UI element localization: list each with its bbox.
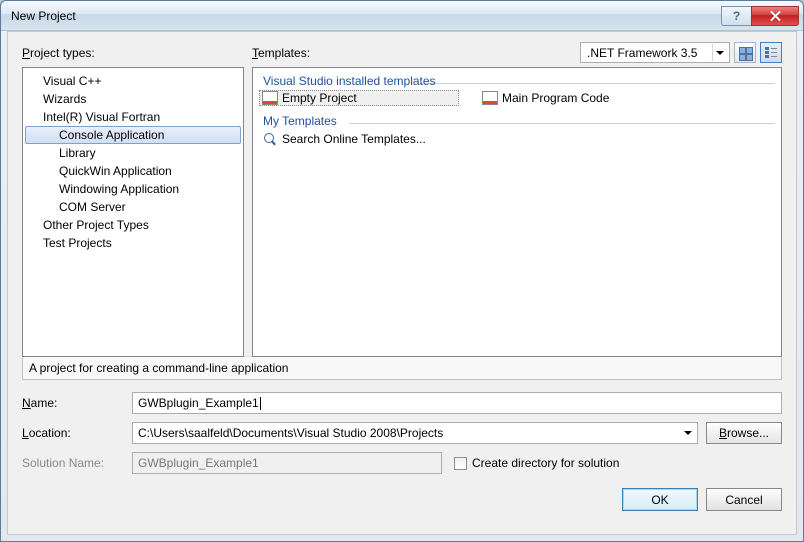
- view-large-icons-button[interactable]: [734, 42, 756, 63]
- chevron-down-icon: [712, 44, 727, 61]
- template-label: Main Program Code: [502, 91, 609, 105]
- create-directory-label: Create directory for solution: [472, 456, 619, 470]
- framework-selected: .NET Framework 3.5: [587, 46, 712, 60]
- template-item[interactable]: Main Program Code: [479, 90, 679, 106]
- tree-item[interactable]: COM Server: [25, 198, 241, 216]
- tree-item[interactable]: Visual C++: [25, 72, 241, 90]
- template-item-search-online[interactable]: Search Online Templates...: [259, 130, 459, 148]
- location-label: Location:: [22, 426, 132, 440]
- tree-item[interactable]: Intel(R) Visual Fortran: [25, 108, 241, 126]
- grid-icon: [739, 47, 751, 59]
- close-icon: [770, 11, 780, 21]
- new-project-dialog: New Project Project types: Templates: .N…: [0, 0, 804, 542]
- description-bar: A project for creating a command-line ap…: [22, 356, 782, 380]
- solution-name-input: GWBplugin_Example1: [132, 452, 442, 474]
- project-types-label: Project types:: [22, 46, 95, 60]
- template-item-selected[interactable]: Empty Project: [259, 90, 459, 106]
- template-label: Search Online Templates...: [282, 132, 426, 146]
- help-button[interactable]: [721, 6, 751, 26]
- window-title: New Project: [11, 9, 721, 23]
- ok-button[interactable]: OK: [622, 488, 698, 511]
- framework-combo[interactable]: .NET Framework 3.5: [580, 42, 730, 63]
- tree-item[interactable]: Test Projects: [25, 234, 241, 252]
- cancel-button[interactable]: Cancel: [706, 488, 782, 511]
- template-group-installed: Visual Studio installed templates: [259, 74, 775, 88]
- chevron-down-icon: [679, 425, 697, 442]
- project-icon: [262, 91, 278, 105]
- tree-item[interactable]: Other Project Types: [25, 216, 241, 234]
- search-icon: [262, 131, 278, 147]
- name-label: Name:: [22, 396, 132, 410]
- tree-item[interactable]: Wizards: [25, 90, 241, 108]
- location-combo[interactable]: C:\Users\saalfeld\Documents\Visual Studi…: [132, 422, 698, 444]
- project-types-tree[interactable]: Visual C++ Wizards Intel(R) Visual Fortr…: [22, 67, 244, 357]
- close-button[interactable]: [751, 6, 799, 26]
- list-icon: [765, 47, 777, 59]
- template-group-my: My Templates: [259, 114, 775, 128]
- create-directory-checkbox[interactable]: [454, 457, 467, 470]
- templates-label: Templates:: [252, 46, 310, 60]
- solution-name-label: Solution Name:: [22, 456, 132, 470]
- browse-button[interactable]: Browse...: [706, 422, 782, 444]
- name-input[interactable]: GWBplugin_Example1: [132, 392, 782, 414]
- template-label: Empty Project: [282, 91, 357, 105]
- view-small-icons-button[interactable]: [760, 42, 782, 63]
- templates-pane[interactable]: Visual Studio installed templates Empty …: [252, 67, 782, 357]
- project-icon: [482, 91, 498, 105]
- tree-item[interactable]: QuickWin Application: [25, 162, 241, 180]
- location-value: C:\Users\saalfeld\Documents\Visual Studi…: [138, 426, 443, 440]
- tree-item[interactable]: Library: [25, 144, 241, 162]
- titlebar[interactable]: New Project: [1, 1, 803, 31]
- tree-item-selected[interactable]: Console Application: [25, 126, 241, 144]
- tree-item[interactable]: Windowing Application: [25, 180, 241, 198]
